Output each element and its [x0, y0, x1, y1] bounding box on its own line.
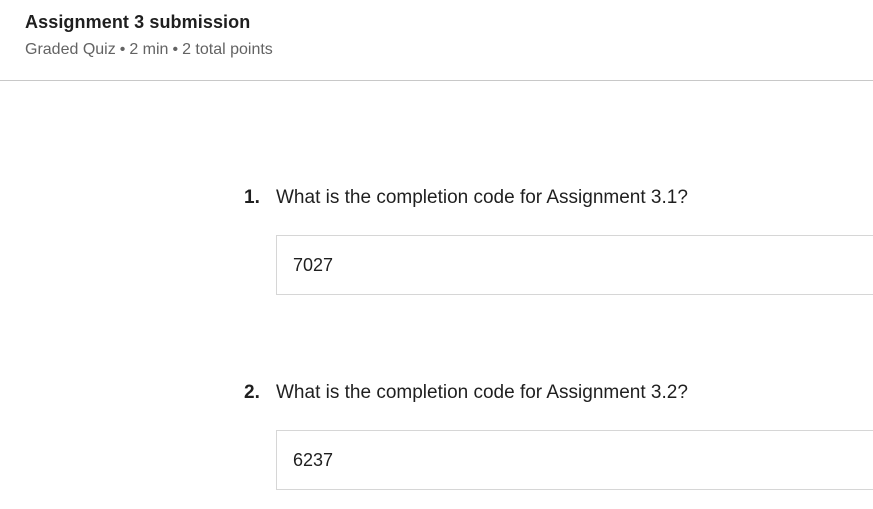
answer-field-container — [276, 430, 873, 490]
page-title: Assignment 3 submission — [25, 12, 251, 32]
quiz-type: Graded Quiz — [25, 41, 116, 58]
quiz-duration: 2 min — [129, 41, 169, 58]
quiz-points: 2 total points — [182, 41, 273, 58]
question-text: What is the completion code for Assignme… — [276, 187, 688, 208]
question-number: 1. — [244, 187, 260, 208]
meta-separator: • — [119, 41, 126, 58]
question-number: 2. — [244, 382, 260, 403]
question-1: 1. What is the completion code for Assig… — [244, 187, 873, 295]
question-2: 2. What is the completion code for Assig… — [244, 382, 873, 490]
question-prompt: 1. What is the completion code for Assig… — [244, 187, 873, 209]
meta-separator: • — [172, 41, 179, 58]
answer-input-2[interactable] — [277, 431, 873, 489]
quiz-meta: Graded Quiz • 2 min • 2 total points — [25, 41, 273, 59]
question-prompt: 2. What is the completion code for Assig… — [244, 382, 873, 404]
quiz-header: Assignment 3 submission Graded Quiz • 2 … — [0, 0, 873, 81]
question-text: What is the completion code for Assignme… — [276, 382, 688, 403]
answer-input-1[interactable] — [277, 236, 873, 294]
answer-field-container — [276, 235, 873, 295]
